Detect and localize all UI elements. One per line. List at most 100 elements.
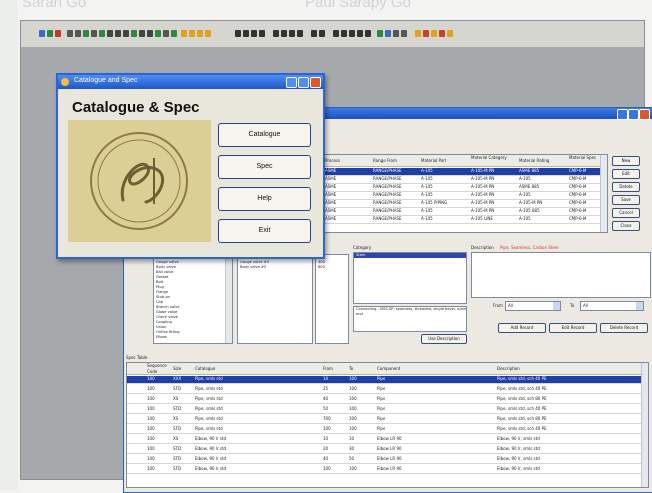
tool-m-icon[interactable] bbox=[349, 30, 355, 37]
tool-u-icon[interactable] bbox=[423, 30, 429, 37]
table-row[interactable]: ASME RANGE/PHASE A-105 A-105-M PN A-105 … bbox=[303, 192, 607, 200]
chevron-down-icon[interactable] bbox=[553, 302, 560, 310]
table-row[interactable]: ASME RANGE/PHASE A-105 A-105-M PN ASME 8… bbox=[303, 168, 607, 176]
spec-button[interactable]: Spec bbox=[218, 155, 311, 179]
from-select[interactable]: All bbox=[505, 301, 561, 311]
redo-icon[interactable] bbox=[99, 30, 105, 37]
pencil-icon[interactable] bbox=[155, 30, 161, 37]
tool-e-icon[interactable] bbox=[273, 30, 279, 37]
new-button[interactable]: New bbox=[612, 156, 640, 166]
table-icon[interactable] bbox=[107, 30, 113, 37]
print-icon[interactable] bbox=[55, 30, 61, 37]
table-row[interactable]: 100 XS Pipe, smls std 700 100 Pipe Pipe,… bbox=[127, 416, 648, 424]
star-icon[interactable] bbox=[205, 30, 211, 37]
tool-q-icon[interactable] bbox=[385, 30, 391, 37]
chart-icon[interactable] bbox=[139, 30, 145, 37]
scrollbar[interactable] bbox=[600, 155, 607, 232]
list-item[interactable]: Body valve #5 bbox=[238, 265, 312, 270]
tool-h-icon[interactable] bbox=[297, 30, 303, 37]
column-header[interactable]: Sequence Code bbox=[147, 363, 167, 375]
table-row[interactable]: 100 XXX Pipe, smls std 10 100 Pipe Pipe,… bbox=[127, 376, 648, 384]
list-item[interactable]: 600 bbox=[316, 265, 348, 270]
close-button[interactable] bbox=[639, 109, 650, 120]
flag-icon[interactable] bbox=[171, 30, 177, 37]
use-description-button[interactable]: Use Description bbox=[421, 334, 467, 344]
link-icon[interactable] bbox=[163, 30, 169, 37]
tool-f-icon[interactable] bbox=[281, 30, 287, 37]
scrollbar[interactable] bbox=[641, 363, 648, 487]
table-row[interactable]: 100 STD Elbow, 90 lr std 40 50 Elbow LR … bbox=[127, 456, 648, 464]
warning-icon[interactable] bbox=[189, 30, 195, 37]
rating-list[interactable]: 150 300 600 bbox=[315, 254, 349, 344]
paste-icon[interactable] bbox=[83, 30, 89, 37]
open-icon[interactable] bbox=[39, 30, 45, 37]
add-record-button[interactable]: Add Record bbox=[498, 323, 546, 333]
column-header[interactable]: To bbox=[349, 366, 353, 372]
table-row[interactable]: 100 XS Elbow, 90 lr std 10 10 Elbow LR 9… bbox=[127, 436, 648, 444]
tool-k-icon[interactable] bbox=[333, 30, 339, 37]
close-button[interactable] bbox=[310, 77, 321, 88]
cut-icon[interactable] bbox=[67, 30, 73, 37]
tool-c-icon[interactable] bbox=[251, 30, 257, 37]
delete-record-button[interactable]: Delete Record bbox=[600, 323, 648, 333]
column-header[interactable]: From bbox=[323, 366, 333, 372]
help-button[interactable]: Help bbox=[218, 187, 311, 211]
spec-grid[interactable]: Sequence Code Size Catalogue From To Com… bbox=[126, 362, 649, 488]
cancel-button[interactable]: Cancel bbox=[612, 208, 640, 218]
table-row[interactable]: ASME RANGE/PHASE A-105 A-105-M PN ASME 8… bbox=[303, 184, 607, 192]
tool-p-icon[interactable] bbox=[377, 30, 383, 37]
tool-i-icon[interactable] bbox=[311, 30, 317, 37]
tool-j-icon[interactable] bbox=[319, 30, 325, 37]
delete-button[interactable]: Delete bbox=[612, 182, 640, 192]
description-text-box[interactable]: Connecting - MSS-SP, seamless, threaded,… bbox=[353, 306, 467, 332]
tool-l-icon[interactable] bbox=[341, 30, 347, 37]
table-row[interactable]: 100 XS Pipe, smls std 40 100 Pipe Pipe, … bbox=[127, 396, 648, 404]
tools-icon[interactable] bbox=[147, 30, 153, 37]
column-header[interactable]: Material Rating bbox=[519, 158, 549, 164]
tool-r-icon[interactable] bbox=[393, 30, 399, 37]
tool-d-icon[interactable] bbox=[259, 30, 265, 37]
maximize-button[interactable] bbox=[298, 77, 309, 88]
table-row[interactable]: 100 STD Elbow, 90 lr std 20 30 Elbow LR … bbox=[127, 446, 648, 454]
column-header[interactable]: Description bbox=[497, 366, 520, 372]
maximize-button[interactable] bbox=[628, 109, 639, 120]
category-list[interactable]: Stem bbox=[353, 252, 467, 304]
catalogue-button[interactable]: Catalogue bbox=[218, 123, 311, 147]
minimize-button[interactable] bbox=[617, 109, 628, 120]
to-select[interactable]: All bbox=[580, 301, 644, 311]
column-header[interactable]: Component bbox=[377, 366, 400, 372]
table-row[interactable]: ASME RANGE/PHASE A-105 A-105-M PN A-105 … bbox=[303, 208, 607, 216]
tool-g-icon[interactable] bbox=[289, 30, 295, 37]
tool-w-icon[interactable] bbox=[439, 30, 445, 37]
column-header[interactable]: Material Category bbox=[471, 155, 511, 161]
minimize-button[interactable] bbox=[286, 77, 297, 88]
tool-x-icon[interactable] bbox=[447, 30, 453, 37]
table-row[interactable]: 100 STD Elbow, 90 lr std 100 100 Elbow L… bbox=[127, 466, 648, 474]
tool-s-icon[interactable] bbox=[401, 30, 407, 37]
tool-o-icon[interactable] bbox=[365, 30, 371, 37]
edit-record-button[interactable]: Edit Record bbox=[549, 323, 597, 333]
grid-icon[interactable] bbox=[115, 30, 121, 37]
column-header[interactable]: Material Spec bbox=[569, 155, 599, 161]
exit-button[interactable]: Exit bbox=[218, 219, 311, 243]
table-row[interactable]: 100 STD Pipe, smls std 50 100 Pipe Pipe,… bbox=[127, 406, 648, 414]
scrollbar[interactable] bbox=[225, 255, 232, 343]
table-row[interactable]: ASME RANGE/PHASE A-105 A-105 LINE A-105 … bbox=[303, 216, 607, 224]
tool-a-icon[interactable] bbox=[235, 30, 241, 37]
column-header[interactable]: Process bbox=[325, 158, 340, 164]
column-header[interactable]: Material Part bbox=[421, 158, 446, 164]
component-list[interactable]: Single valve Gauge valve Body valve Ball… bbox=[153, 254, 233, 344]
save-button[interactable]: Save bbox=[612, 195, 640, 205]
table-row[interactable]: ASME RANGE/PHASE A-105 A-105-M PN A-105 … bbox=[303, 176, 607, 184]
report-icon[interactable] bbox=[131, 30, 137, 37]
list-item[interactable]: Elbow bbox=[154, 335, 232, 340]
size-list[interactable]: Single valve #5 Gauge valve #5 Body valv… bbox=[237, 254, 313, 344]
material-grid[interactable]: Process Range From Material Part Materia… bbox=[302, 154, 608, 233]
description-box[interactable] bbox=[471, 252, 651, 298]
list-item[interactable]: Stem bbox=[354, 253, 466, 258]
table-row[interactable]: ASME RANGE/PHASE A-105 PIPING A-105-M PN… bbox=[303, 200, 607, 208]
tool-n-icon[interactable] bbox=[357, 30, 363, 37]
save-icon[interactable] bbox=[47, 30, 53, 37]
undo-icon[interactable] bbox=[91, 30, 97, 37]
flag2-icon[interactable] bbox=[197, 30, 203, 37]
